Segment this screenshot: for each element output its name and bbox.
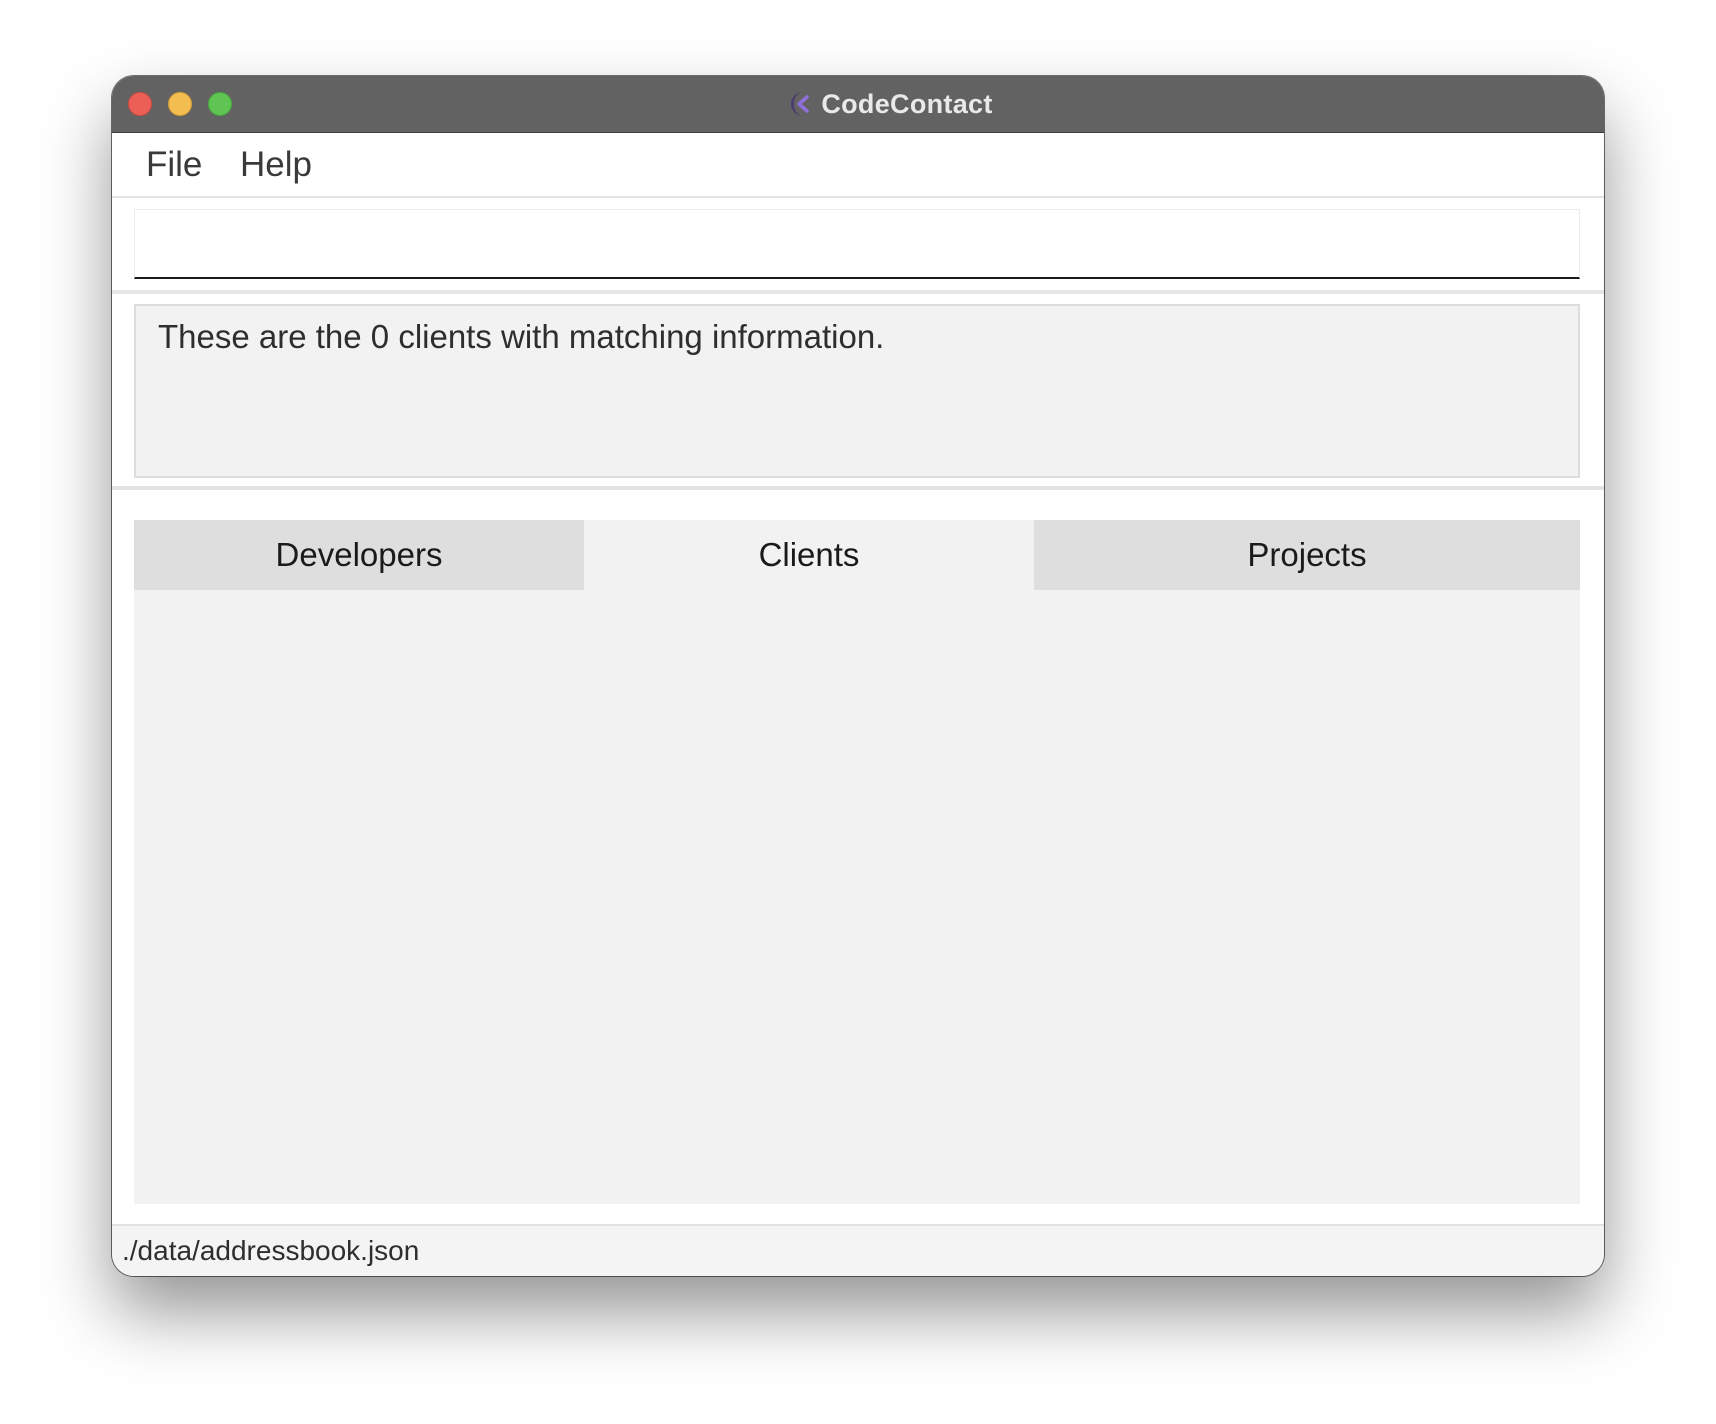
app-window: CodeContact File Help These are the 0 cl… (112, 76, 1604, 1276)
window-title-group: CodeContact (112, 76, 1604, 132)
save-location-path: ./data/addressbook.json (122, 1235, 420, 1266)
clients-list-panel[interactable] (134, 590, 1580, 1204)
command-box-area (112, 198, 1604, 294)
tab-clients[interactable]: Clients (584, 520, 1034, 590)
menu-file[interactable]: File (146, 133, 202, 196)
result-display-area: These are the 0 clients with matching in… (112, 294, 1604, 490)
title-bar[interactable]: CodeContact (112, 76, 1604, 133)
result-display[interactable]: These are the 0 clients with matching in… (134, 304, 1580, 478)
menu-help[interactable]: Help (240, 133, 312, 196)
main-list-area: Developers Clients Projects (112, 490, 1604, 1224)
command-input[interactable] (134, 209, 1580, 279)
tab-projects[interactable]: Projects (1034, 520, 1580, 590)
result-message: These are the 0 clients with matching in… (158, 318, 885, 355)
window-title: CodeContact (821, 88, 993, 119)
codecontact-app-icon (783, 89, 813, 119)
status-bar: ./data/addressbook.json (112, 1224, 1604, 1276)
tab-bar: Developers Clients Projects (134, 520, 1580, 590)
menu-bar: File Help (112, 133, 1604, 198)
tab-developers[interactable]: Developers (134, 520, 584, 590)
